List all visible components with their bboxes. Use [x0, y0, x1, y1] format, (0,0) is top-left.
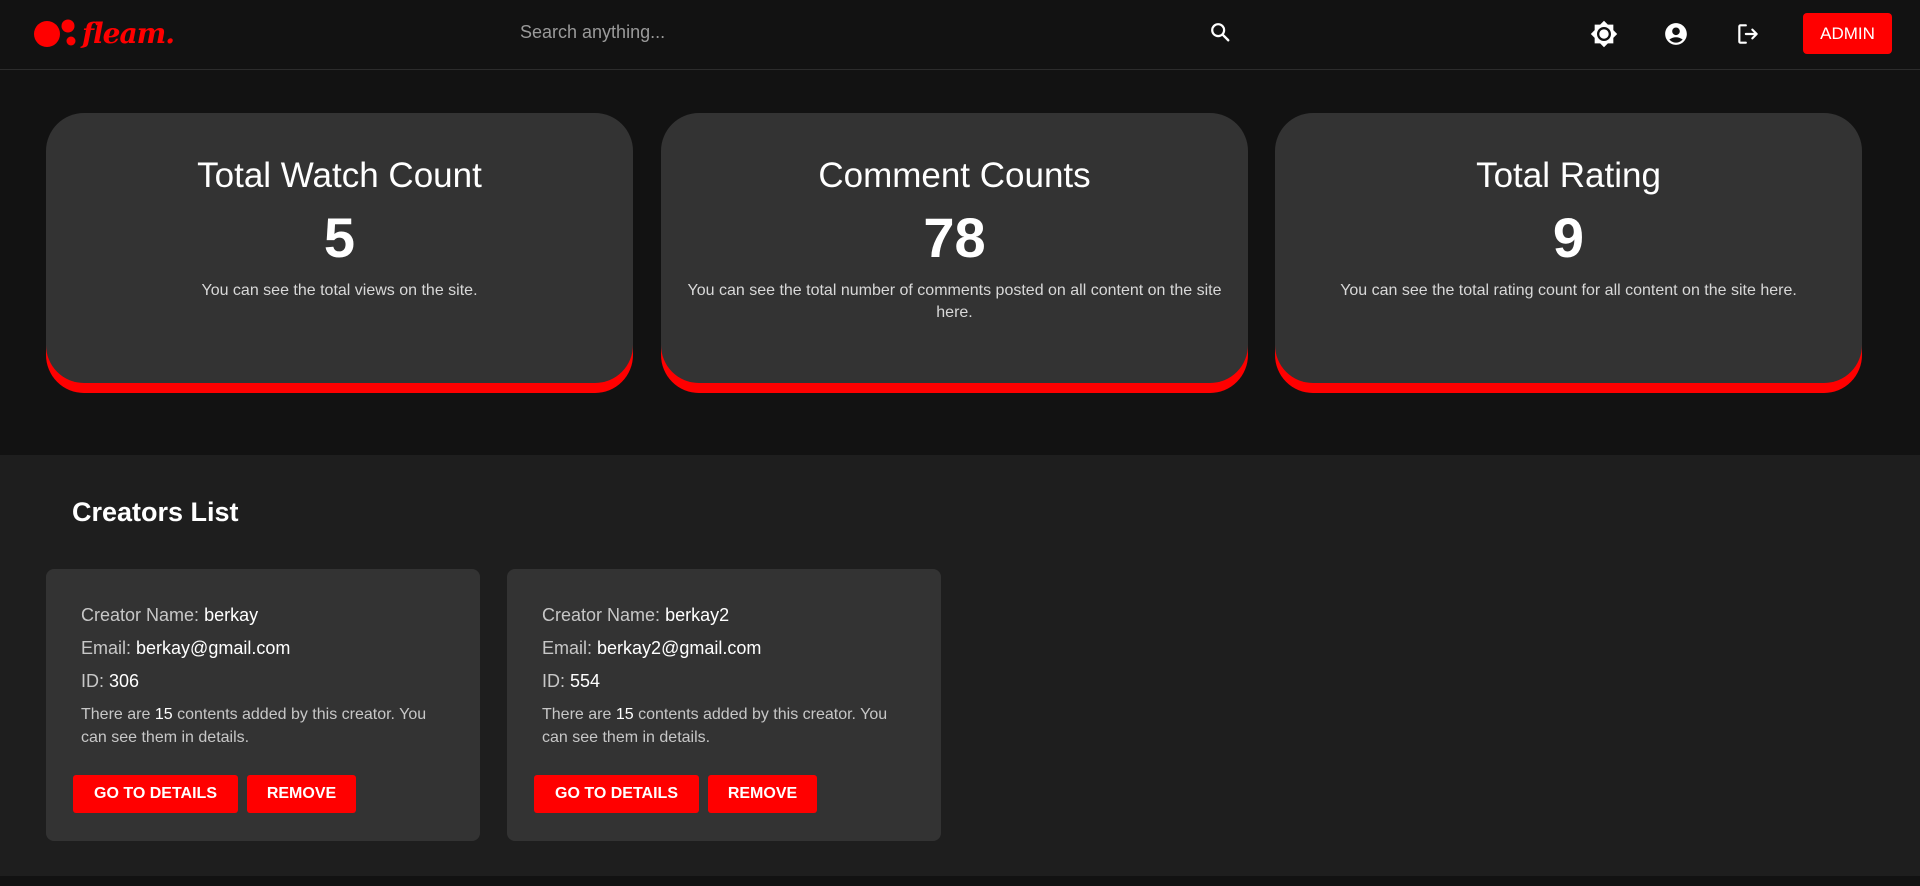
remove-button[interactable]: REMOVE	[247, 775, 356, 813]
brand-logo[interactable]: fleam.	[34, 16, 175, 52]
creator-email-value: berkay@gmail.com	[136, 638, 291, 658]
creator-card: Creator Name: berkay Email: berkay@gmail…	[46, 569, 480, 841]
creator-id-label: ID:	[542, 671, 566, 691]
brightness-icon	[1590, 20, 1618, 48]
creator-content-info: There are 15 contents added by this crea…	[542, 703, 912, 749]
creator-email-value: berkay2@gmail.com	[597, 638, 762, 658]
account-button[interactable]	[1659, 17, 1693, 51]
creator-content-info: There are 15 contents added by this crea…	[81, 703, 451, 749]
content-count: 15	[615, 706, 634, 723]
stat-title: Total Rating	[1476, 156, 1661, 195]
go-to-details-button[interactable]: GO TO DETAILS	[73, 775, 238, 813]
logout-button[interactable]	[1731, 17, 1765, 51]
stat-description: You can see the total rating count for a…	[1340, 281, 1797, 299]
logout-icon	[1738, 24, 1758, 44]
creator-name-row: Creator Name: berkay	[81, 605, 258, 626]
stat-value: 78	[923, 205, 986, 269]
stat-description: You can see the total views on the site.	[201, 281, 478, 299]
creators-section: Creators List Creator Name: berkay Email…	[0, 455, 1920, 876]
remove-button[interactable]: REMOVE	[708, 775, 817, 813]
creator-email-row: Email: berkay@gmail.com	[81, 638, 290, 659]
search-icon	[1211, 23, 1230, 42]
search-button[interactable]	[1200, 14, 1240, 50]
search-input[interactable]	[510, 21, 1240, 43]
section-title: Creators List	[72, 497, 239, 527]
info-prefix: There are	[81, 706, 151, 723]
admin-button[interactable]: ADMIN	[1803, 13, 1892, 54]
creator-email-label: Email:	[81, 638, 132, 658]
stat-value: 9	[1552, 205, 1585, 269]
content-count: 15	[154, 706, 173, 723]
creator-email-row: Email: berkay2@gmail.com	[542, 638, 761, 659]
stat-card-comment-counts: Comment Counts 78 You can see the total …	[661, 113, 1248, 383]
creator-card: Creator Name: berkay2 Email: berkay2@gma…	[507, 569, 941, 841]
go-to-details-button[interactable]: GO TO DETAILS	[534, 775, 699, 813]
creator-name-label: Creator Name:	[81, 605, 200, 625]
theme-toggle-button[interactable]	[1587, 17, 1621, 51]
creator-name-row: Creator Name: berkay2	[542, 605, 729, 626]
stat-card-total-rating: Total Rating 9 You can see the total rat…	[1275, 113, 1862, 383]
logo-mark-icon	[34, 19, 76, 47]
creator-email-label: Email:	[542, 638, 593, 658]
creator-name-label: Creator Name:	[542, 605, 661, 625]
search-bar	[510, 14, 1240, 50]
creator-id-value: 554	[570, 671, 601, 691]
creator-id-row: ID: 306	[81, 671, 139, 692]
stat-title: Comment Counts	[818, 156, 1091, 195]
stat-description: You can see the total number of comments…	[687, 281, 1222, 321]
account-circle-icon	[1665, 23, 1687, 45]
stat-value: 5	[323, 205, 356, 269]
brand-name: fleam.	[82, 17, 175, 50]
creator-name-value: berkay2	[665, 605, 730, 625]
info-prefix: There are	[542, 706, 612, 723]
top-bar: fleam. ADMIN	[0, 0, 1920, 70]
stat-title: Total Watch Count	[197, 156, 482, 195]
creator-id-row: ID: 554	[542, 671, 600, 692]
creator-id-value: 306	[109, 671, 140, 691]
creator-name-value: berkay	[204, 605, 259, 625]
creator-id-label: ID:	[81, 671, 105, 691]
stat-card-watch-count: Total Watch Count 5 You can see the tota…	[46, 113, 633, 383]
